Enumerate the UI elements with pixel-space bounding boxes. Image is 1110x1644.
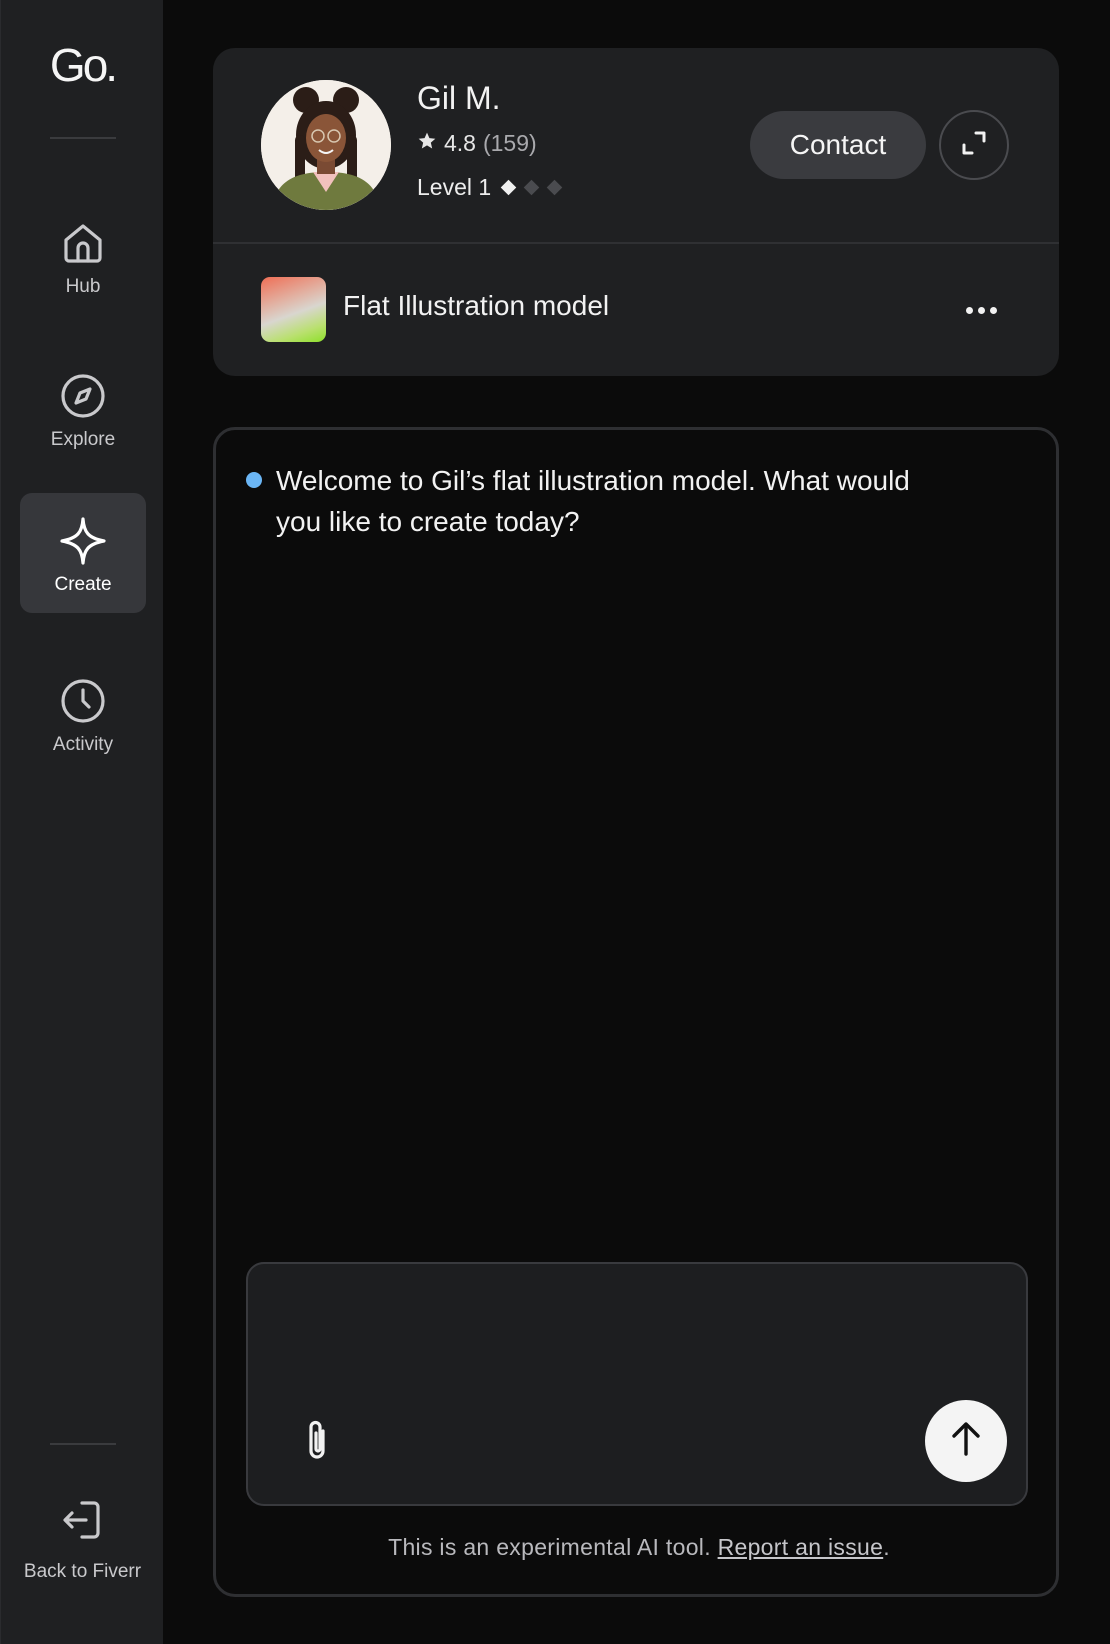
- attach-button[interactable]: [298, 1418, 338, 1466]
- back-to-fiverr-button[interactable]: Back to Fiverr: [1, 1495, 164, 1583]
- send-button[interactable]: [925, 1400, 1007, 1482]
- star-icon: [417, 130, 437, 157]
- sidebar-item-label: Activity: [52, 734, 114, 755]
- sidebar-divider-top: [50, 137, 116, 139]
- model-name: Flat Illustration model: [343, 290, 610, 321]
- seller-card: Gil M. 4.8 (159) Level 1 Contact Flat Il…: [213, 48, 1059, 376]
- chat-panel: Welcome to Gil’s flat illustration model…: [213, 427, 1059, 1597]
- level-label: Level 1: [417, 174, 492, 200]
- welcome-message: Welcome to Gil’s flat illustration model…: [276, 465, 910, 537]
- level-diamond-filled-icon: [500, 179, 517, 196]
- arrow-up-icon: [949, 1420, 983, 1463]
- composer: [246, 1262, 1028, 1506]
- sidebar-item-label: Explore: [50, 429, 116, 450]
- sidebar-item-activity[interactable]: Activity: [20, 653, 146, 773]
- sidebar-item-label: Create: [54, 574, 112, 595]
- disclaimer-text: This is an experimental AI tool.: [388, 1534, 718, 1560]
- avatar[interactable]: [261, 80, 391, 210]
- paperclip-icon: [304, 1417, 332, 1468]
- sign-out-icon: [58, 1495, 108, 1545]
- report-issue-link[interactable]: Report an issue: [718, 1534, 884, 1560]
- seller-info: Gil M. 4.8 (159) Level 1 Contact: [213, 48, 1059, 244]
- home-icon: [58, 218, 108, 268]
- compass-icon: [58, 371, 108, 421]
- sidebar-item-create[interactable]: Create: [20, 493, 146, 613]
- expand-button[interactable]: [939, 110, 1009, 180]
- app-window: Go. Hub Explore Create Activity Back to …: [0, 0, 1110, 1644]
- rating-value: 4.8: [444, 130, 476, 156]
- disclaimer-end: .: [883, 1534, 890, 1560]
- expand-icon: [960, 129, 988, 162]
- sidebar-item-label: Hub: [65, 276, 101, 297]
- seller-name: Gil M.: [417, 80, 501, 116]
- go-logo[interactable]: Go.: [1, 38, 164, 92]
- more-icon: [977, 306, 985, 314]
- seller-rating: 4.8 (159): [417, 130, 537, 157]
- sidebar: Go. Hub Explore Create Activity Back to …: [0, 0, 163, 1644]
- level-diamond-empty-icon: [523, 179, 540, 196]
- sidebar-divider-bottom: [50, 1443, 116, 1445]
- more-options-button[interactable]: [957, 293, 1005, 327]
- more-icon: [965, 306, 973, 314]
- more-icon: [989, 306, 997, 314]
- model-thumbnail: [261, 277, 326, 342]
- review-count: (159): [482, 130, 537, 156]
- sidebar-item-hub[interactable]: Hub: [20, 195, 146, 315]
- sparkle-icon: [58, 516, 108, 566]
- clock-icon: [58, 676, 108, 726]
- sidebar-item-explore[interactable]: Explore: [20, 348, 146, 468]
- disclaimer: This is an experimental AI tool. Report …: [216, 1534, 1062, 1561]
- back-to-fiverr-label: Back to Fiverr: [23, 1561, 142, 1582]
- level-diamond-empty-icon: [546, 179, 563, 196]
- contact-button[interactable]: Contact: [750, 111, 926, 179]
- seller-level: Level 1: [417, 174, 563, 201]
- prompt-input[interactable]: [272, 1284, 1006, 1388]
- model-row: [213, 244, 1059, 376]
